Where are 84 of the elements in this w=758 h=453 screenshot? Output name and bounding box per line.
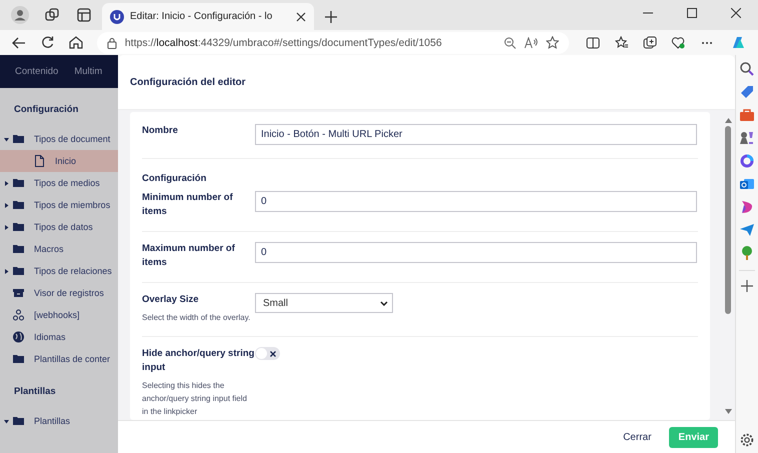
section-title: Plantillas [13,386,57,399]
caret-right-icon[interactable] [4,180,8,186]
field-label: Minimum number of items [142,191,234,219]
tree-item[interactable]: Plantillas de conter [0,348,118,370]
nav-item[interactable]: Multim [74,66,102,77]
folder-icon [13,353,24,365]
tree-item[interactable]: Tipos de relaciones [0,260,118,282]
tree-item[interactable]: Plantillas [0,410,118,432]
add-icon[interactable] [741,280,753,292]
folder-icon [13,221,24,233]
maximize-icon[interactable] [687,8,697,18]
caret-right-icon[interactable] [4,268,8,274]
document-icon [34,155,45,167]
tree-icon[interactable] [739,245,755,261]
folder-icon [13,199,24,211]
tree-item[interactable]: Inicio [0,150,118,172]
collections-icon[interactable] [643,36,658,50]
tree-item[interactable]: Tipos de miembros [0,194,118,216]
tree-item[interactable]: Idiomas [0,326,118,348]
toggle-switch[interactable] [255,347,280,360]
split-screen-icon[interactable] [586,36,600,50]
lock-icon [106,36,117,48]
group-heading: Configuración [142,173,208,186]
caret-down-icon[interactable] [4,418,8,424]
nav-item[interactable]: Contenido [15,66,58,77]
new-tab-icon[interactable] [325,11,337,23]
chevron-down-icon [380,300,388,306]
folder-icon [13,133,24,145]
field-description: Selecting this hides the anchor/query string input field in the linkpicker [142,380,248,418]
tree-item[interactable]: Tipos de datos [0,216,118,238]
folder-icon [13,177,24,189]
section-title: Configuración [13,104,80,117]
toolbox-icon[interactable] [739,107,755,123]
folder-icon [13,243,24,255]
profile-icon[interactable] [11,6,29,24]
dialog-title: Configuración del editor [130,76,246,88]
text-field[interactable]: 0 [255,191,697,212]
field-label: Nombre [142,124,179,138]
site-logo-icon [110,10,124,24]
overlay-size-dropdown[interactable]: Small [255,293,393,313]
text-field[interactable]: Inicio - Botón - Multi URL Picker [255,124,697,145]
x-icon [270,350,276,356]
ring-icon[interactable] [739,153,755,169]
close-icon[interactable] [731,8,741,18]
tab-actions-icon[interactable] [77,8,91,22]
field-description: Select the width of the overlay. [142,312,252,324]
home-icon[interactable] [68,36,83,49]
scroll-down-icon[interactable] [724,409,732,414]
field-label: Overlay Size [142,293,200,307]
archive-icon [13,287,24,299]
field-label: Maximum number of items [142,242,236,270]
settings-icon[interactable] [740,433,754,447]
favorites-icon[interactable] [614,36,629,50]
caret-right-icon[interactable] [4,202,8,208]
tree-item[interactable]: [webhooks] [0,304,118,326]
mail-icon[interactable] [739,176,755,192]
globe-icon [13,331,24,343]
caret-down-icon[interactable] [4,136,8,142]
tree-item[interactable]: Tipos de medios [0,172,118,194]
star-icon[interactable] [546,36,559,49]
back-icon[interactable] [12,36,26,48]
text-field[interactable]: 0 [255,242,697,263]
folder-icon [13,265,24,277]
workspaces-icon[interactable] [45,8,59,22]
field-label: Hide anchor/query string input [142,347,255,375]
folder-icon [13,415,24,427]
close-button[interactable]: Cerrar [617,428,658,446]
caret-right-icon[interactable] [4,224,8,230]
zoom-out-icon[interactable] [504,36,516,48]
address-bar[interactable]: https://localhost:44329/umbraco#/settings/documentTypes/edit/1056 [96,32,569,54]
scroll-up-icon[interactable] [724,118,732,123]
close-icon[interactable] [296,12,306,22]
read-aloud-icon[interactable] [524,36,538,48]
paper-plane-icon[interactable] [739,222,755,238]
tree-item[interactable]: Visor de registros [0,282,118,304]
search-icon[interactable] [739,61,755,77]
heart-pulse-icon[interactable] [671,36,686,50]
refresh-icon[interactable] [40,36,54,49]
swirl-icon[interactable] [739,199,755,215]
network-icon [13,309,24,321]
tree-item[interactable]: Macros [0,238,118,260]
tag-icon[interactable] [739,84,755,100]
browser-tab[interactable]: Editar: Inicio - Configuración - lo [102,3,314,30]
tree-item[interactable]: Tipos de document [0,128,118,150]
